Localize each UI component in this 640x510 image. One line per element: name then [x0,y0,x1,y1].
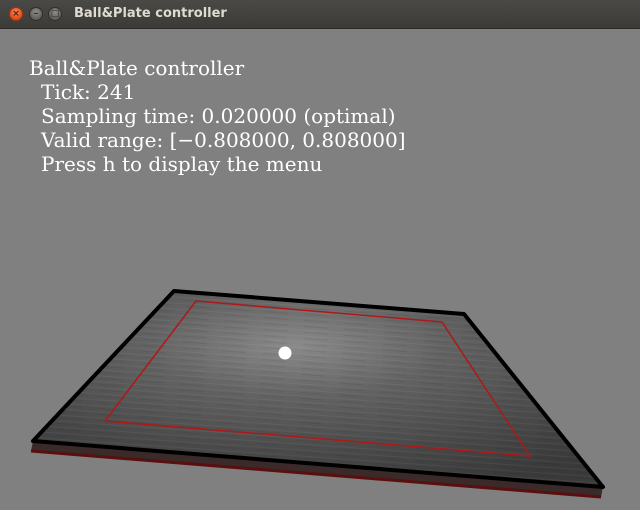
menu-hint: Press h to display the menu [41,152,323,176]
valid-range-readout: Valid range: [−0.808000, 0.808000] [41,128,406,152]
ball [278,346,292,360]
hud-overlay: Ball&Plate controller Tick: 241 Sampling… [29,56,406,176]
sampling-time-readout: Sampling time: 0.020000 (optimal) [41,104,396,128]
hud-heading: Ball&Plate controller [29,56,245,80]
tick-readout: Tick: 241 [41,80,136,104]
app-window: × – □ Ball&Plate controller Ball&Plate c… [0,0,640,510]
